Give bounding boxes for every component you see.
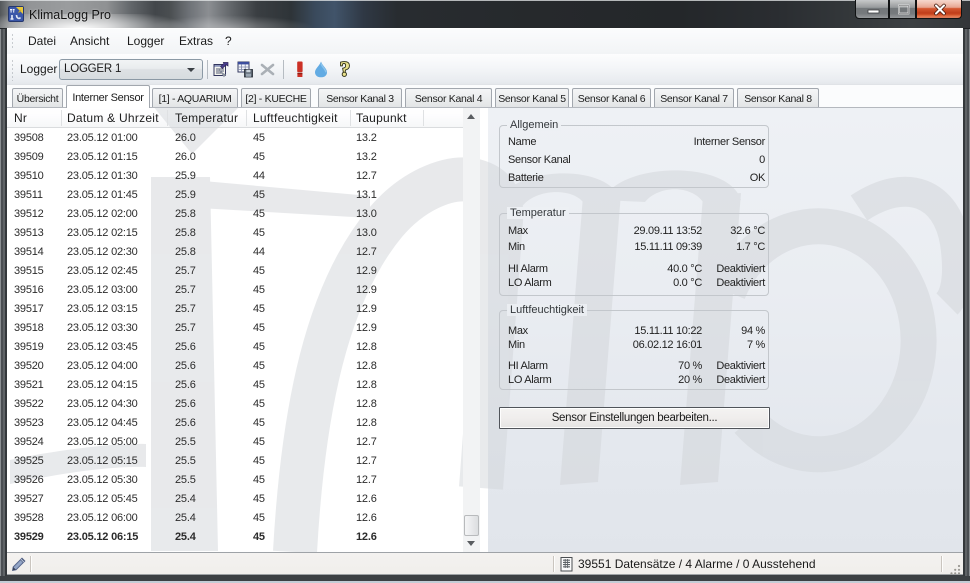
svg-text:?: ? bbox=[340, 61, 351, 78]
